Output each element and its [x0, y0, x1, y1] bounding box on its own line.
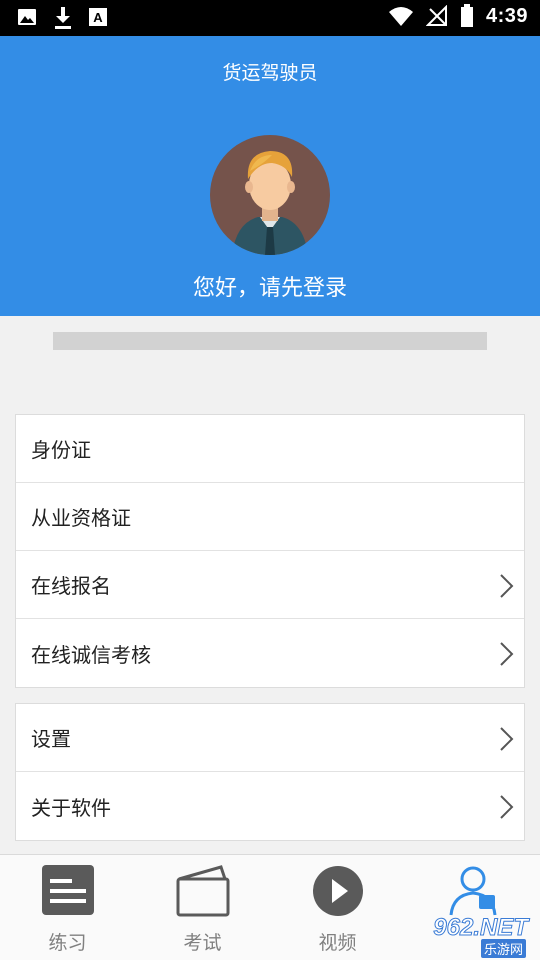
- watermark-subtext: 乐游网: [480, 939, 526, 958]
- default-avatar-icon: [232, 151, 308, 255]
- tab-label: 考试: [183, 932, 222, 954]
- user-profile-icon: [449, 866, 497, 916]
- menu-item-about[interactable]: 关于软件: [16, 772, 524, 840]
- tab-label: 练习: [48, 932, 87, 954]
- practice-list-icon: [42, 865, 94, 915]
- menu-item-label: 设置: [31, 727, 71, 751]
- app-title: 货运驾驶员: [222, 62, 318, 84]
- no-signal-icon: [425, 5, 447, 26]
- menu-item-label: 关于软件: [31, 795, 111, 820]
- status-bar-right: 4:39: [388, 4, 528, 28]
- font-icon: A: [89, 8, 107, 26]
- avatar[interactable]: [210, 135, 330, 255]
- exam-card-icon: [176, 865, 230, 917]
- login-prompt[interactable]: 您好，请先登录: [0, 270, 540, 302]
- menu-item-integrity-assessment[interactable]: 在线诚信考核: [16, 619, 524, 687]
- watermark-logo: 962.NET 乐游网: [404, 912, 534, 958]
- menu-item-label: 在线报名: [31, 574, 111, 598]
- menu-item-label: 身份证: [31, 438, 91, 462]
- menu-item-qualification[interactable]: 从业资格证: [16, 483, 524, 551]
- download-icon: [55, 7, 71, 29]
- menu-card-settings: 设置 关于软件: [15, 703, 525, 841]
- placeholder-bar: [53, 332, 487, 350]
- profile-header: 货运驾驶员 您好，请先登录: [0, 36, 540, 316]
- watermark-text: 962.NET: [433, 914, 529, 942]
- chevron-right-icon: [500, 727, 514, 751]
- tab-practice[interactable]: 练习: [0, 855, 135, 960]
- menu-item-settings[interactable]: 设置: [16, 704, 524, 772]
- status-time: 4:39: [485, 4, 528, 27]
- chevron-right-icon: [500, 795, 514, 819]
- chevron-right-icon: [500, 642, 514, 666]
- menu-item-label: 从业资格证: [31, 506, 131, 530]
- svg-text:A: A: [93, 10, 103, 25]
- video-play-icon: [313, 866, 363, 916]
- menu-item-online-registration[interactable]: 在线报名: [16, 551, 524, 619]
- battery-icon: [460, 4, 473, 27]
- status-bar-left: A: [16, 6, 108, 30]
- image-icon: [18, 9, 36, 25]
- menu-card-documents: 身份证 从业资格证 在线报名 在线诚信考核: [15, 414, 525, 688]
- tab-label: 视频: [318, 932, 357, 954]
- chevron-right-icon: [500, 574, 514, 598]
- menu-item-id-card[interactable]: 身份证: [16, 415, 524, 483]
- menu-item-label: 在线诚信考核: [31, 642, 151, 667]
- tab-video[interactable]: 视频: [270, 855, 405, 960]
- tab-exam[interactable]: 考试: [135, 855, 270, 960]
- wifi-icon: [388, 7, 413, 26]
- status-bar: A 4:39: [0, 0, 540, 36]
